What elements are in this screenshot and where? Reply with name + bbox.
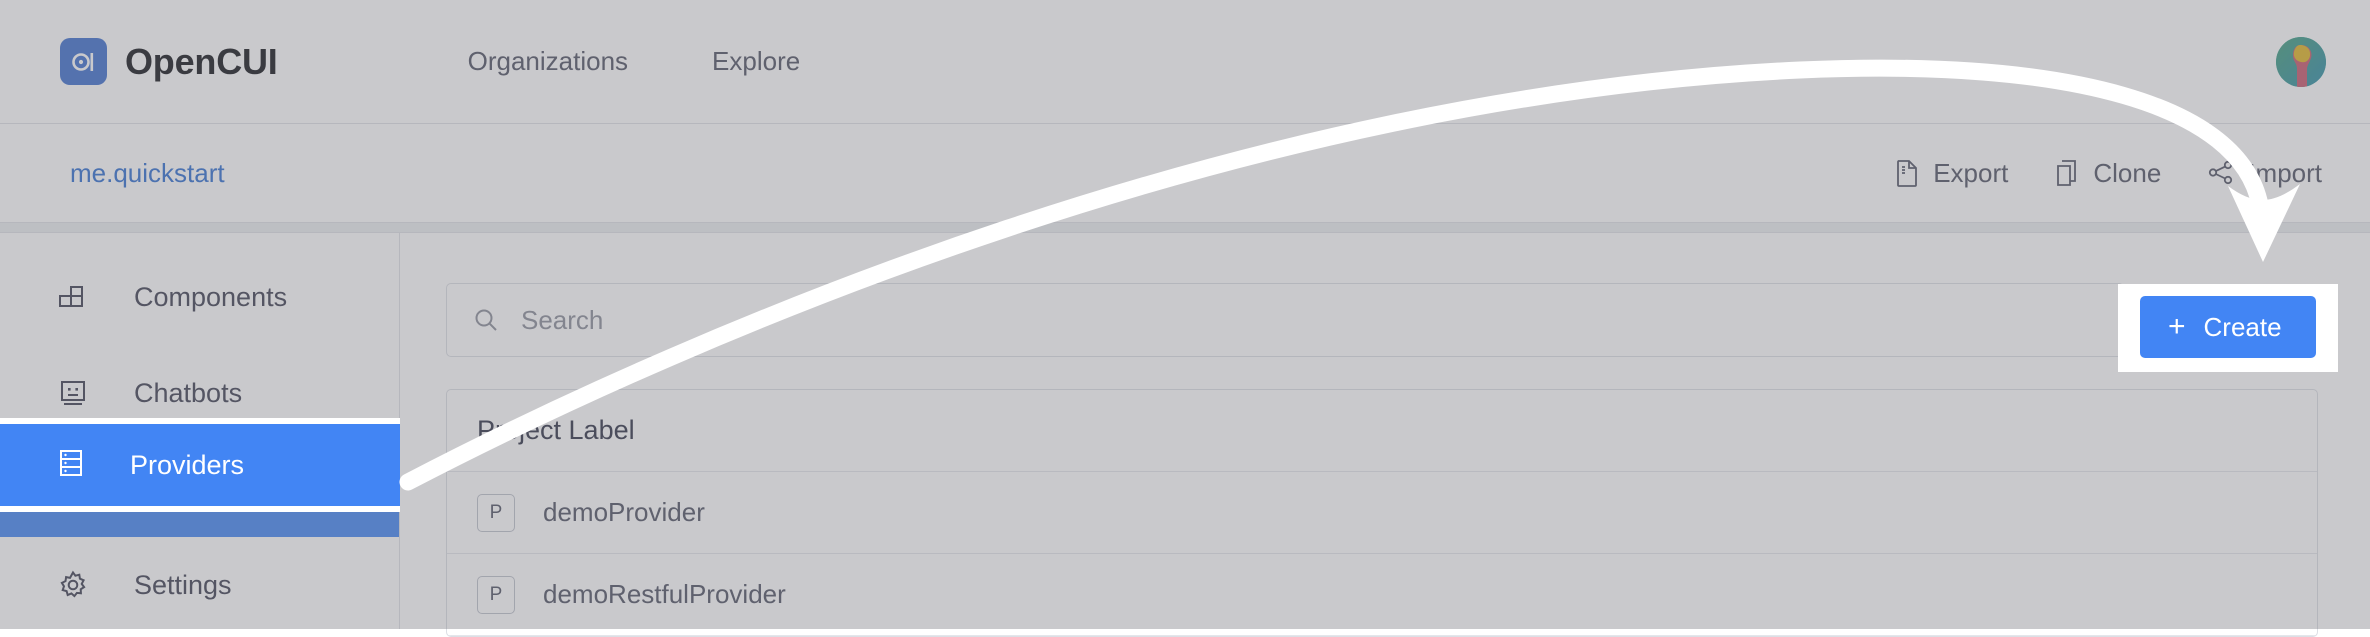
blocks-icon <box>56 280 90 314</box>
copy-icon <box>2054 159 2080 187</box>
robot-face-icon <box>56 376 90 410</box>
section-divider <box>0 222 2370 233</box>
nav-organizations[interactable]: Organizations <box>468 46 628 77</box>
main-content: + Create Project Label P demoProvider P … <box>400 233 2370 629</box>
project-actions: Export Clone <box>1894 158 2322 189</box>
server-stack-icon <box>56 448 86 483</box>
row-label: demoProvider <box>543 497 705 528</box>
table-header-row: Project Label <box>447 390 2317 472</box>
providers-table: Project Label P demoProvider P demoRestf… <box>446 389 2318 637</box>
create-button-label: Create <box>2204 312 2282 343</box>
sidebar-label-settings: Settings <box>134 570 232 601</box>
sidebar-item-settings[interactable]: Settings <box>0 537 399 633</box>
nav-explore[interactable]: Explore <box>712 46 800 77</box>
clone-button[interactable]: Clone <box>2054 158 2161 189</box>
sidebar-item-providers-highlighted[interactable]: Providers <box>0 424 400 506</box>
breadcrumb[interactable]: me.quickstart <box>70 158 225 189</box>
sidebar-label-components: Components <box>134 282 287 313</box>
plus-icon: + <box>2168 312 2186 342</box>
column-header-project-label: Project Label <box>477 415 635 446</box>
gear-icon <box>56 568 90 602</box>
create-button-highlighted[interactable]: + Create <box>2140 296 2316 358</box>
ci-logo-icon <box>60 38 107 85</box>
export-button[interactable]: Export <box>1894 158 2008 189</box>
brand-name: OpenCUI <box>125 41 278 83</box>
file-export-icon <box>1894 159 1920 187</box>
sidebar-label-chatbots: Chatbots <box>134 378 242 409</box>
table-row[interactable]: P demoRestfulProvider <box>447 554 2317 636</box>
import-label: Import <box>2248 158 2322 189</box>
row-label: demoRestfulProvider <box>543 579 786 610</box>
search-input[interactable] <box>446 283 2124 357</box>
content-toolbar: + Create <box>446 283 2318 357</box>
sidebar-item-components[interactable]: Components <box>0 249 399 345</box>
project-action-bar: me.quickstart Export <box>0 124 2370 222</box>
top-navigation-bar: OpenCUI Organizations Explore <box>0 0 2370 124</box>
table-row[interactable]: P demoProvider <box>447 472 2317 554</box>
search-field[interactable] <box>521 305 2123 336</box>
export-label: Export <box>1933 158 2008 189</box>
row-badge: P <box>477 494 515 532</box>
search-icon <box>473 307 499 333</box>
app-root: OpenCUI Organizations Explore me.quickst <box>0 0 2370 629</box>
row-badge: P <box>477 576 515 614</box>
share-import-icon <box>2207 159 2235 187</box>
brand[interactable]: OpenCUI <box>60 38 278 85</box>
import-button[interactable]: Import <box>2207 158 2322 189</box>
sidebar-label-providers: Providers <box>130 450 244 481</box>
clone-label: Clone <box>2093 158 2161 189</box>
avatar[interactable] <box>2276 37 2326 87</box>
top-nav-links: Organizations Explore <box>468 46 801 77</box>
